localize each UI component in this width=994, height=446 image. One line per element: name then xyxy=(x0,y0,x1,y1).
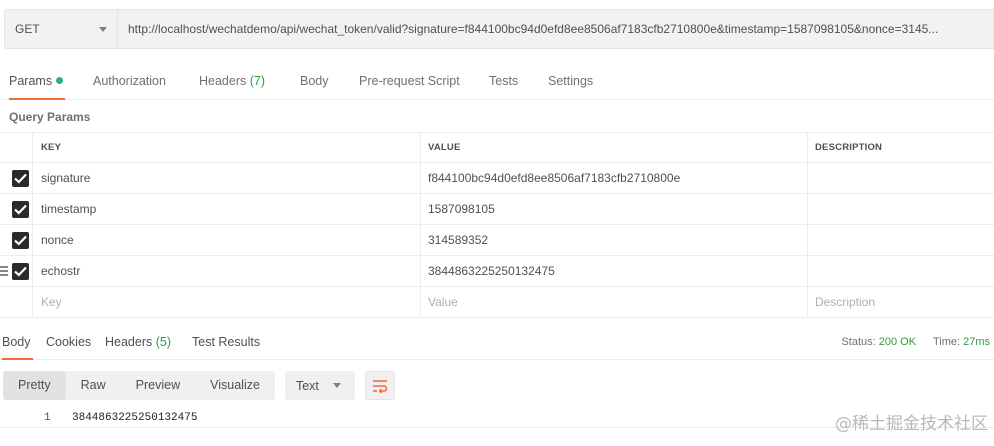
param-key-input[interactable]: nonce xyxy=(41,225,419,256)
response-tabs: Body Cookies Headers (5) Test Results St… xyxy=(0,324,994,360)
row-checkbox[interactable] xyxy=(12,232,29,249)
request-tabs: Params Authorization Headers (7) Body Pr… xyxy=(0,62,994,100)
tab-params[interactable]: Params xyxy=(9,62,66,100)
time-label: Time: xyxy=(932,336,961,348)
table-row: signature f844100bc94d0efd8ee8506af7183c… xyxy=(0,163,994,194)
tab-settings-label: Settings xyxy=(548,74,594,88)
table-row: timestamp 1587098105 xyxy=(0,194,994,225)
tab-authorization[interactable]: Authorization xyxy=(93,62,166,100)
response-tab-headers-label: Headers xyxy=(105,335,153,349)
response-toolbar: Pretty Raw Preview Visualize Text xyxy=(3,371,395,400)
row-checkbox[interactable] xyxy=(12,201,29,218)
watermark: @稀土掘金技术社区 xyxy=(835,414,988,434)
line-number: 1 xyxy=(44,412,51,424)
query-params-table: KEY VALUE DESCRIPTION signature f844100b… xyxy=(0,132,994,318)
tab-pre-request-script[interactable]: Pre-request Script xyxy=(359,62,460,100)
row-checkbox[interactable] xyxy=(12,263,29,280)
url-bar: GET http://localhost/wechatdemo/api/wech… xyxy=(4,9,994,49)
tab-params-label: Params xyxy=(9,74,53,88)
view-pretty-button[interactable]: Pretty xyxy=(3,371,66,400)
tab-tests[interactable]: Tests xyxy=(489,62,518,100)
status-label: Status: xyxy=(841,336,876,348)
wrap-lines-button[interactable] xyxy=(364,371,395,400)
format-select[interactable]: Text xyxy=(284,371,355,400)
time-value: 27ms xyxy=(963,336,990,348)
params-indicator-dot xyxy=(56,77,64,84)
response-tab-body[interactable]: Body xyxy=(2,324,32,360)
wrap-lines-icon xyxy=(372,379,388,393)
tab-headers-count: (7) xyxy=(249,74,266,88)
tab-pre-request-script-label: Pre-request Script xyxy=(359,74,460,88)
param-key-input[interactable]: signature xyxy=(41,163,419,194)
response-body-line: 3844863225250132475 xyxy=(72,412,198,424)
method-label: GET xyxy=(15,22,40,36)
row-checkbox[interactable] xyxy=(12,170,29,187)
checkmark-icon xyxy=(14,173,27,184)
column-header-description: DESCRIPTION xyxy=(815,142,883,153)
chevron-down-icon xyxy=(332,383,341,388)
view-visualize-button[interactable]: Visualize xyxy=(195,371,275,400)
param-value-input[interactable]: 3844863225250132475 xyxy=(428,256,806,287)
table-row: nonce 314589352 xyxy=(0,225,994,256)
tab-settings[interactable]: Settings xyxy=(548,62,593,100)
param-description-input[interactable] xyxy=(815,194,993,225)
format-label: Text xyxy=(295,378,319,393)
tab-body-label: Body xyxy=(300,74,329,88)
tab-headers-label: Headers xyxy=(199,74,247,88)
checkmark-icon xyxy=(14,235,27,246)
new-key-input[interactable]: Key xyxy=(41,287,419,318)
response-tab-cookies[interactable]: Cookies xyxy=(46,324,91,360)
response-tab-test-results-label: Test Results xyxy=(192,335,261,349)
tab-authorization-label: Authorization xyxy=(93,74,166,88)
table-header-row: KEY VALUE DESCRIPTION xyxy=(0,132,994,164)
response-tab-body-label: Body xyxy=(2,335,31,349)
param-description-input[interactable] xyxy=(815,225,993,256)
table-row: echostr 3844863225250132475 xyxy=(0,256,994,287)
param-key-input[interactable]: echostr xyxy=(41,256,419,287)
response-tab-headers[interactable]: Headers (5) xyxy=(105,324,171,360)
param-value-input[interactable]: 1587098105 xyxy=(428,194,806,225)
param-description-input[interactable] xyxy=(815,163,993,194)
checkmark-icon xyxy=(14,204,27,215)
view-preview-button[interactable]: Preview xyxy=(121,371,195,400)
response-tab-headers-count: (5) xyxy=(155,335,172,349)
table-row-new: Key Value Description xyxy=(0,287,994,318)
new-description-input[interactable]: Description xyxy=(815,287,993,318)
param-value-input[interactable]: 314589352 xyxy=(428,225,806,256)
response-status: Status: 200 OK Time: 27ms xyxy=(841,324,990,360)
param-description-input[interactable] xyxy=(815,256,993,287)
url-input[interactable]: http://localhost/wechatdemo/api/wechat_t… xyxy=(118,9,994,49)
tab-headers[interactable]: Headers (7) xyxy=(199,62,265,100)
query-params-title: Query Params xyxy=(9,110,91,124)
column-header-value: VALUE xyxy=(428,142,461,153)
column-header-key: KEY xyxy=(41,142,62,153)
tab-tests-label: Tests xyxy=(489,74,519,88)
status-value: 200 OK xyxy=(878,336,917,348)
view-mode-group: Pretty Raw Preview Visualize xyxy=(3,371,275,400)
chevron-down-icon xyxy=(99,26,107,32)
checkmark-icon xyxy=(14,266,27,277)
response-tab-cookies-label: Cookies xyxy=(46,335,92,349)
tab-body[interactable]: Body xyxy=(300,62,329,100)
param-key-input[interactable]: timestamp xyxy=(41,194,419,225)
method-select[interactable]: GET xyxy=(4,9,118,49)
new-value-input[interactable]: Value xyxy=(428,287,806,318)
param-value-input[interactable]: f844100bc94d0efd8ee8506af7183cfb2710800e xyxy=(428,163,806,194)
response-tab-test-results[interactable]: Test Results xyxy=(192,324,260,360)
drag-handle-icon[interactable] xyxy=(0,266,8,278)
view-raw-button[interactable]: Raw xyxy=(66,371,121,400)
